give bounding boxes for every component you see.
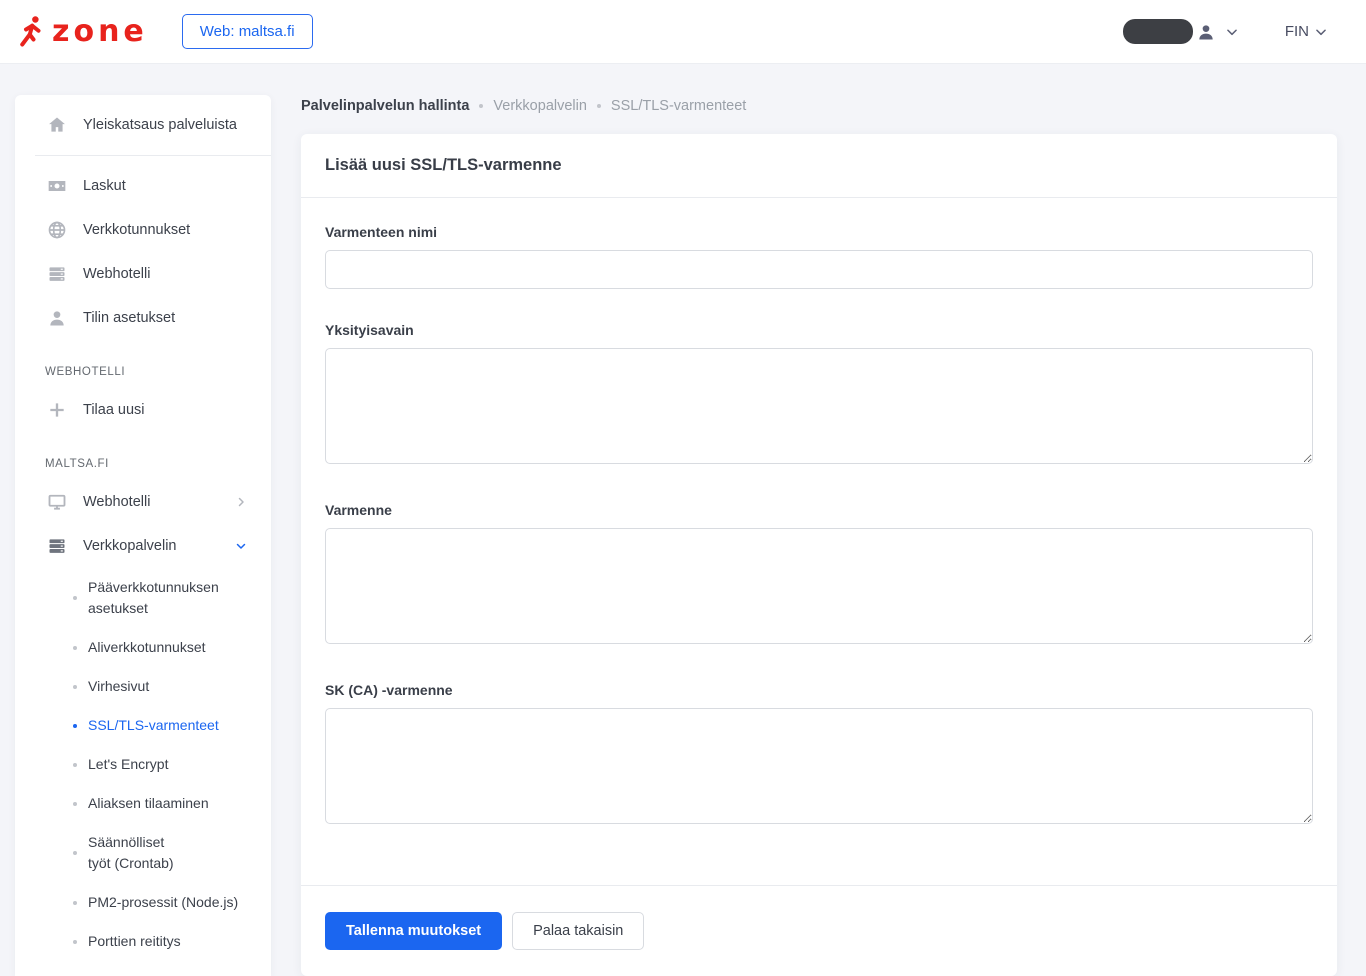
sidebar-item-label: Verkkopalvelin	[83, 538, 177, 554]
language-label: FIN	[1285, 23, 1309, 40]
card-body: Varmenteen nimi Yksityisavain Varmenne S…	[301, 198, 1337, 885]
breadcrumb: Palvelinpalvelun hallinta Verkkopalvelin…	[301, 95, 1337, 114]
server-icon	[47, 264, 67, 284]
sidebar-item-domains[interactable]: Verkkotunnukset	[15, 208, 271, 252]
form-group-certificate: Varmenne	[325, 502, 1313, 649]
card-footer: Tallenna muutokset Palaa takaisin	[301, 885, 1337, 976]
invoice-icon	[47, 176, 67, 196]
chevron-down-icon	[235, 540, 255, 552]
sidebar-item-order-new[interactable]: Tilaa uusi	[15, 388, 271, 432]
certificate-name-label: Varmenteen nimi	[325, 224, 1313, 240]
save-button[interactable]: Tallenna muutokset	[325, 912, 502, 950]
sidebar-item-verkkopalvelin[interactable]: Verkkopalvelin	[15, 524, 271, 568]
account-menu[interactable]	[1123, 19, 1239, 44]
submenu-item-label: SSL/TLS-varmenteet	[88, 715, 219, 736]
bullet-icon	[73, 685, 77, 689]
submenu-item-saannolliset-tyot[interactable]: Säännölliset työt (Crontab)	[15, 823, 271, 883]
breadcrumb-item-verkkopalvelin[interactable]: Verkkopalvelin	[493, 98, 587, 114]
account-name-redacted	[1123, 19, 1193, 44]
bullet-icon	[73, 724, 77, 728]
bullet-icon	[73, 901, 77, 905]
monitor-icon	[47, 492, 67, 512]
running-man-icon	[16, 14, 46, 50]
user-icon	[1196, 22, 1216, 42]
submenu-item-ssl-tls-varmenteet[interactable]: SSL/TLS-varmenteet	[15, 706, 271, 745]
web-domain-button[interactable]: Web: maltsa.fi	[182, 14, 313, 49]
breadcrumb-item-current: SSL/TLS-varmenteet	[611, 98, 746, 114]
top-header: zone Web: maltsa.fi FIN	[0, 0, 1366, 64]
submenu-item-label: Säännölliset työt (Crontab)	[88, 832, 181, 874]
form-group-private-key: Yksityisavain	[325, 322, 1313, 469]
plus-icon	[47, 400, 67, 420]
language-selector[interactable]: FIN	[1285, 23, 1328, 40]
submenu-item-lets-encrypt[interactable]: Let's Encrypt	[15, 745, 271, 784]
sidebar-item-overview[interactable]: Yleiskatsaus palveluista	[15, 103, 271, 147]
verkkopalvelin-submenu: Pääverkkotunnuksen asetukset Aliverkkotu…	[15, 568, 271, 961]
form-group-certificate-name: Varmenteen nimi	[325, 224, 1313, 289]
private-key-textarea[interactable]	[325, 348, 1313, 464]
card-header: Lisää uusi SSL/TLS-varmenne	[301, 134, 1337, 198]
zone-logo[interactable]: zone	[16, 14, 148, 50]
submenu-item-label: Aliverkkotunnukset	[88, 637, 206, 658]
submenu-item-pm2-prosessit[interactable]: PM2-prosessit (Node.js)	[15, 883, 271, 922]
sidebar-item-label: Webhotelli	[83, 266, 150, 282]
sidebar-item-label: Webhotelli	[83, 494, 150, 510]
submenu-item-label: Porttien reititys	[88, 931, 181, 952]
server-icon	[47, 536, 67, 556]
sidebar-item-webhosting[interactable]: Webhotelli	[15, 252, 271, 296]
submenu-item-paaverkkotunnuksen-asetukset[interactable]: Pääverkkotunnuksen asetukset	[15, 568, 271, 628]
certificate-textarea[interactable]	[325, 528, 1313, 644]
breadcrumb-separator-icon	[597, 104, 601, 108]
sidebar-item-label: Tilin asetukset	[83, 310, 175, 326]
certificate-label: Varmenne	[325, 502, 1313, 518]
ca-certificate-label: SK (CA) -varmenne	[325, 682, 1313, 698]
submenu-item-porttien-reititys[interactable]: Porttien reititys	[15, 922, 271, 961]
submenu-item-label: Virhesivut	[88, 676, 149, 697]
submenu-item-label: Let's Encrypt	[88, 754, 169, 775]
chevron-right-icon	[235, 496, 255, 508]
breadcrumb-item-root[interactable]: Palvelinpalvelun hallinta	[301, 98, 469, 114]
sidebar-item-webhotelli-maltsa[interactable]: Webhotelli	[15, 480, 271, 524]
bullet-icon	[73, 940, 77, 944]
back-button[interactable]: Palaa takaisin	[512, 912, 644, 950]
user-icon	[47, 308, 67, 328]
submenu-item-label: PM2-prosessit (Node.js)	[88, 892, 238, 913]
chevron-down-icon	[1314, 25, 1328, 39]
sidebar-item-label: Verkkotunnukset	[83, 222, 190, 238]
bullet-icon	[73, 596, 77, 600]
submenu-item-aliaksen-tilaaminen[interactable]: Aliaksen tilaaminen	[15, 784, 271, 823]
submenu-item-aliverkkotunnukset[interactable]: Aliverkkotunnukset	[15, 628, 271, 667]
sidebar: Yleiskatsaus palveluista Laskut Verkkotu…	[15, 95, 271, 976]
private-key-label: Yksityisavain	[325, 322, 1313, 338]
bullet-icon	[73, 763, 77, 767]
breadcrumb-separator-icon	[479, 104, 483, 108]
globe-icon	[47, 220, 67, 240]
sidebar-item-label: Yleiskatsaus palveluista	[83, 117, 237, 133]
ca-certificate-textarea[interactable]	[325, 708, 1313, 824]
sidebar-section-webhotelli: WEBHOTELLI	[15, 340, 271, 388]
home-icon	[47, 115, 67, 135]
sidebar-item-account-settings[interactable]: Tilin asetukset	[15, 296, 271, 340]
sidebar-item-invoices[interactable]: Laskut	[15, 164, 271, 208]
submenu-item-virhesivut[interactable]: Virhesivut	[15, 667, 271, 706]
bullet-icon	[73, 646, 77, 650]
card-title: Lisää uusi SSL/TLS-varmenne	[325, 156, 1313, 175]
sidebar-section-maltsa: MALTSA.FI	[15, 432, 271, 480]
main-content: Palvelinpalvelun hallinta Verkkopalvelin…	[301, 95, 1337, 976]
bullet-icon	[73, 851, 77, 855]
submenu-item-label: Aliaksen tilaaminen	[88, 793, 209, 814]
sidebar-item-label: Tilaa uusi	[83, 402, 145, 418]
sidebar-divider	[35, 155, 271, 156]
form-group-ca-certificate: SK (CA) -varmenne	[325, 682, 1313, 829]
chevron-down-icon	[1225, 25, 1239, 39]
submenu-item-label: Pääverkkotunnuksen asetukset	[88, 577, 219, 619]
certificate-name-input[interactable]	[325, 250, 1313, 289]
ssl-form-card: Lisää uusi SSL/TLS-varmenne Varmenteen n…	[301, 134, 1337, 976]
logo-wordmark: zone	[52, 17, 148, 47]
sidebar-item-label: Laskut	[83, 178, 126, 194]
bullet-icon	[73, 802, 77, 806]
